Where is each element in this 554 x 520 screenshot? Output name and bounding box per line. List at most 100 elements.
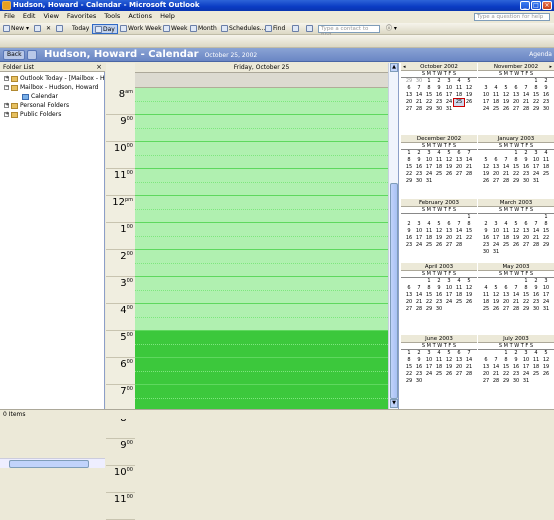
date-cell[interactable]: 18 [531, 364, 541, 371]
help-button[interactable]: ⓘ ▾ [386, 24, 397, 34]
date-cell[interactable]: 19 [434, 235, 444, 242]
date-cell[interactable]: 16 [434, 92, 444, 99]
date-cell[interactable]: 23 [434, 299, 444, 306]
date-cell[interactable]: 17 [444, 92, 454, 99]
time-slot[interactable] [135, 398, 388, 409]
date-cell[interactable]: 30 [521, 178, 531, 185]
date-cell[interactable]: 14 [511, 292, 521, 299]
date-cell[interactable]: 12 [434, 228, 444, 235]
date-cell[interactable]: 9 [404, 228, 414, 235]
date-cell[interactable]: 24 [521, 371, 531, 378]
date-cell[interactable]: 26 [444, 171, 454, 178]
scroll-down-icon[interactable]: ▼ [390, 399, 398, 408]
time-slot[interactable] [135, 290, 388, 304]
date-cell[interactable]: 12 [541, 357, 551, 364]
date-cell[interactable]: 14 [491, 364, 501, 371]
date-cell[interactable]: 20 [521, 235, 531, 242]
folder-horizontal-scrollbar[interactable] [0, 458, 105, 468]
menu-tools[interactable]: Tools [100, 11, 124, 22]
time-slot[interactable] [135, 115, 388, 129]
date-cell[interactable]: 6 [444, 221, 454, 228]
date-cell[interactable]: 22 [404, 371, 414, 378]
date-cell[interactable]: 25 [453, 98, 465, 107]
date-cell[interactable]: 8 [511, 157, 521, 164]
date-cell[interactable]: 24 [414, 242, 424, 249]
date-cell[interactable]: 14 [501, 164, 511, 171]
date-cell[interactable]: 3 [424, 350, 434, 357]
date-cell[interactable]: 22 [501, 371, 511, 378]
new-button[interactable]: New ▾ [3, 24, 29, 34]
menu-edit[interactable]: Edit [19, 11, 40, 22]
date-cell[interactable]: 18 [434, 164, 444, 171]
date-cell[interactable]: 8 [531, 85, 541, 92]
date-cell[interactable]: 30 [541, 106, 551, 113]
date-cell[interactable]: 1 [531, 78, 541, 85]
time-slot[interactable] [135, 385, 388, 399]
date-cell[interactable]: 1 [404, 350, 414, 357]
date-cell[interactable]: 10 [424, 357, 434, 364]
date-cell[interactable]: 26 [501, 106, 511, 113]
date-cell[interactable]: 21 [414, 99, 424, 106]
time-slot[interactable] [135, 236, 388, 250]
date-cell[interactable]: 3 [481, 85, 491, 92]
date-cell[interactable]: 21 [414, 299, 424, 306]
date-cell[interactable]: 5 [501, 85, 511, 92]
date-cell[interactable]: 1 [424, 278, 434, 285]
date-cell[interactable]: 26 [541, 371, 551, 378]
date-cell[interactable]: 27 [404, 306, 414, 313]
date-cell[interactable]: 15 [424, 92, 434, 99]
date-cell[interactable]: 30 [434, 306, 444, 313]
date-cell[interactable]: 8 [501, 357, 511, 364]
date-cell[interactable]: 23 [434, 99, 444, 106]
date-cell[interactable]: 13 [511, 92, 521, 99]
date-cell[interactable]: 28 [491, 378, 501, 385]
date-cell[interactable]: 21 [464, 364, 474, 371]
date-cell[interactable]: 30 [414, 178, 424, 185]
date-cell[interactable]: 7 [414, 85, 424, 92]
date-cell[interactable]: 15 [404, 364, 414, 371]
date-cell[interactable]: 27 [521, 242, 531, 249]
date-cell[interactable]: 20 [454, 364, 464, 371]
date-cell[interactable]: 19 [491, 299, 501, 306]
date-cell[interactable]: 5 [464, 278, 474, 285]
time-slot[interactable] [135, 250, 388, 264]
date-cell[interactable]: 19 [501, 99, 511, 106]
date-cell[interactable]: 10 [481, 92, 491, 99]
date-cell[interactable]: 15 [511, 164, 521, 171]
date-cell[interactable]: 25 [434, 371, 444, 378]
date-cell[interactable]: 13 [454, 157, 464, 164]
forward-button[interactable] [27, 50, 37, 60]
date-cell[interactable]: 13 [404, 92, 414, 99]
date-cell[interactable]: 9 [434, 285, 444, 292]
date-cell[interactable]: 10 [541, 285, 551, 292]
date-cell[interactable]: 1 [541, 214, 551, 221]
date-cell[interactable]: 2 [434, 78, 444, 85]
date-cell[interactable]: 20 [404, 299, 414, 306]
date-cell[interactable]: 30 [531, 306, 541, 313]
all-day-events-bar[interactable] [135, 73, 388, 88]
date-cell[interactable]: 14 [521, 92, 531, 99]
menu-file[interactable]: File [0, 11, 19, 22]
date-cell[interactable]: 23 [481, 242, 491, 249]
date-cell[interactable]: 3 [541, 278, 551, 285]
date-cell[interactable]: 29 [531, 106, 541, 113]
expand-icon[interactable]: + [4, 103, 9, 108]
date-cell[interactable]: 10 [491, 228, 501, 235]
menu-help[interactable]: Help [156, 11, 179, 22]
schedules-button[interactable]: Schedules... [221, 24, 265, 34]
date-cell[interactable]: 16 [414, 164, 424, 171]
date-cell[interactable]: 19 [444, 364, 454, 371]
date-cell[interactable]: 31 [424, 178, 434, 185]
date-cell[interactable]: 14 [454, 228, 464, 235]
date-cell[interactable]: 29 [501, 378, 511, 385]
date-cell[interactable]: 6 [404, 285, 414, 292]
date-cell[interactable]: 15 [404, 164, 414, 171]
find-contact-input[interactable]: Type a contact to find [318, 25, 380, 38]
date-cell[interactable]: 25 [434, 171, 444, 178]
scroll-up-icon[interactable]: ▲ [390, 63, 398, 72]
date-cell[interactable]: 15 [531, 92, 541, 99]
date-cell[interactable]: 4 [491, 85, 501, 92]
date-cell[interactable]: 3 [531, 150, 541, 157]
date-cell[interactable]: 22 [541, 235, 551, 242]
date-cell[interactable]: 19 [541, 364, 551, 371]
